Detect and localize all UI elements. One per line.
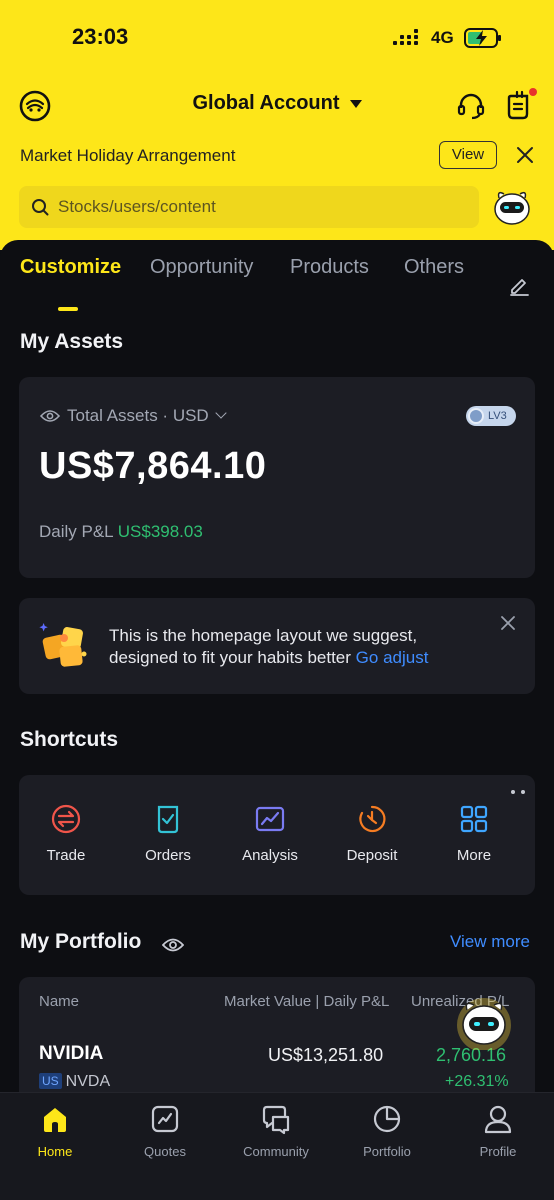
- assets-card[interactable]: Total Assets · USD LV3 US$7,864.10 Daily…: [19, 377, 535, 578]
- messages-button[interactable]: [505, 88, 537, 122]
- tab-opportunity[interactable]: Opportunity: [150, 256, 253, 279]
- shortcut-label: Analysis: [242, 847, 298, 864]
- stock-market-value: US$13,251.80: [268, 1045, 384, 1065]
- battery-icon: [464, 28, 501, 48]
- top-header-area: 23:03 4G Global Account Market Holiday A…: [0, 0, 554, 250]
- level-badge[interactable]: LV3: [466, 406, 516, 426]
- active-tab-indicator: [58, 307, 78, 311]
- community-icon: [262, 1105, 290, 1135]
- search-input[interactable]: Stocks/users/content: [19, 186, 479, 228]
- home-icon: [44, 1108, 66, 1132]
- total-assets-label: Total Assets · USD: [67, 406, 209, 425]
- level-badge-text: LV3: [488, 410, 507, 422]
- status-bar: 23:03 4G: [0, 0, 554, 70]
- shortcut-deposit[interactable]: Deposit: [327, 804, 417, 864]
- shortcut-orders[interactable]: Orders: [123, 804, 213, 864]
- nav-label: Home: [37, 1144, 73, 1159]
- nav-community[interactable]: Community: [226, 1103, 326, 1159]
- nav-label: Profile: [479, 1144, 517, 1159]
- nav-label: Community: [243, 1144, 309, 1159]
- daily-pnl-label: Daily P&L: [39, 522, 114, 541]
- daily-pnl-value: US$398.03: [117, 522, 203, 541]
- column-header-market-value[interactable]: Market Value | Daily P&L: [224, 993, 389, 1010]
- level-badge-icon: [468, 408, 484, 424]
- account-title: Global Account: [192, 92, 340, 114]
- orders-icon: [157, 805, 179, 834]
- shortcut-analysis[interactable]: Analysis: [225, 804, 315, 864]
- tab-products[interactable]: Products: [290, 256, 369, 279]
- shortcut-label: Trade: [46, 847, 86, 864]
- caret-down-icon: [349, 99, 362, 108]
- go-adjust-link[interactable]: Go adjust: [356, 648, 429, 667]
- search-placeholder: Stocks/users/content: [58, 197, 216, 216]
- pie-chart-icon: [373, 1105, 401, 1133]
- home-tabs: Customize Opportunity Products Others: [0, 256, 554, 311]
- status-time: 23:03: [72, 24, 129, 49]
- total-assets-currency-selector[interactable]: Total Assets · USD: [67, 406, 227, 426]
- tab-customize[interactable]: Customize: [20, 256, 121, 279]
- shortcut-label: More: [456, 847, 492, 864]
- layout-suggestion-banner: This is the homepage layout we suggest, …: [19, 598, 535, 694]
- notice-text: Market Holiday Arrangement: [20, 146, 236, 165]
- mascot-icon[interactable]: [492, 188, 532, 226]
- shortcut-more[interactable]: More: [429, 804, 519, 864]
- grid-icon: [460, 805, 488, 833]
- more-dots-icon[interactable]: [511, 790, 525, 794]
- edit-icon[interactable]: [508, 274, 530, 296]
- signal-icon: [393, 29, 418, 45]
- tab-others[interactable]: Others: [404, 256, 464, 279]
- suggestion-text: This is the homepage layout we suggest, …: [109, 625, 489, 669]
- header-row: Global Account: [0, 84, 554, 128]
- network-type: 4G: [431, 28, 454, 47]
- main-content: Customize Opportunity Products Others My…: [0, 240, 554, 1092]
- shortcuts-title: Shortcuts: [20, 728, 119, 751]
- view-more-link[interactable]: View more: [450, 932, 530, 952]
- total-assets-value: US$7,864.10: [39, 445, 267, 487]
- profile-icon: [484, 1105, 512, 1134]
- nav-label: Portfolio: [363, 1144, 411, 1159]
- my-portfolio-title: My Portfolio: [20, 930, 142, 953]
- nav-profile[interactable]: Profile: [448, 1103, 548, 1159]
- bottom-nav: Home Quotes Community Portfolio Profile: [0, 1092, 554, 1200]
- analysis-icon: [255, 806, 285, 832]
- daily-pnl: Daily P&L US$398.03: [39, 522, 203, 542]
- puzzle-icon: [39, 623, 87, 667]
- nav-label: Quotes: [144, 1144, 186, 1159]
- close-icon[interactable]: [500, 615, 516, 631]
- eye-icon[interactable]: [162, 937, 184, 953]
- nav-portfolio[interactable]: Portfolio: [337, 1103, 437, 1159]
- shortcut-label: Deposit: [346, 847, 398, 864]
- nav-home[interactable]: Home: [5, 1103, 105, 1159]
- close-icon[interactable]: [515, 145, 535, 165]
- stock-ticker: NVDA: [65, 1073, 111, 1090]
- shortcut-label: Orders: [145, 847, 191, 864]
- chevron-down-icon: [215, 407, 227, 419]
- market-badge: US: [39, 1073, 62, 1089]
- notice-bar: Market Holiday Arrangement View: [0, 138, 554, 174]
- shortcut-trade[interactable]: Trade: [21, 804, 111, 864]
- nav-quotes[interactable]: Quotes: [115, 1103, 215, 1159]
- search-icon: [32, 199, 49, 216]
- stock-unrealized-percent: +26.31%: [445, 1073, 509, 1090]
- notice-view-button[interactable]: View: [439, 141, 497, 169]
- mascot-assistant-icon[interactable]: [455, 996, 513, 1050]
- my-assets-title: My Assets: [20, 330, 124, 353]
- stock-code: US NVDA: [39, 1073, 110, 1091]
- eye-icon[interactable]: [40, 409, 60, 423]
- shortcuts-card: Trade Orders Analysis Deposit More: [19, 775, 535, 895]
- unread-dot: [529, 88, 537, 96]
- column-header-name[interactable]: Name: [39, 993, 79, 1010]
- headset-icon[interactable]: [456, 91, 486, 121]
- stock-name: NVIDIA: [39, 1043, 104, 1064]
- quotes-icon: [151, 1105, 179, 1133]
- trade-icon: [51, 804, 81, 834]
- deposit-icon: [359, 805, 386, 833]
